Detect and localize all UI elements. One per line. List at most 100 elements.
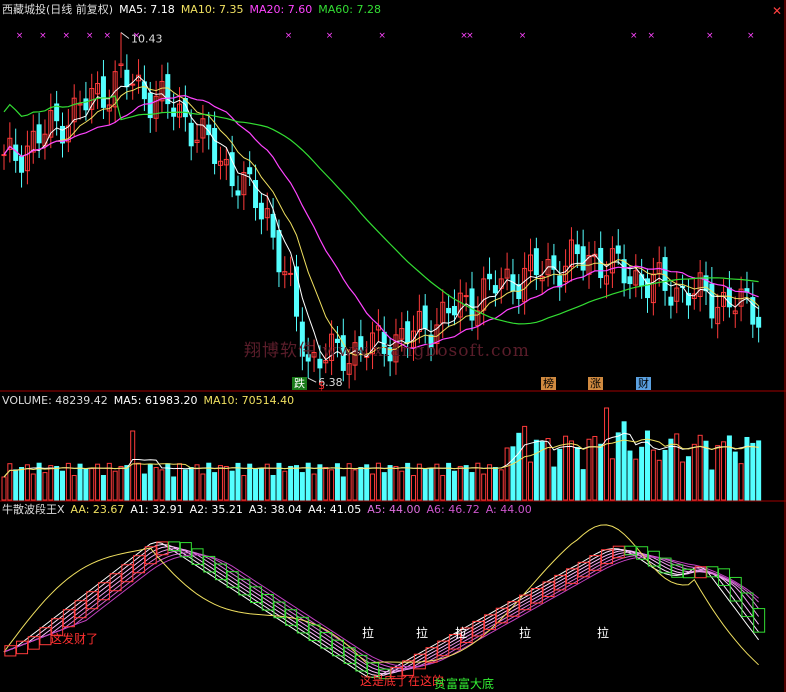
cross-arrow-icon[interactable]: ✕ xyxy=(772,4,782,18)
volume-bar-19 xyxy=(112,470,118,501)
a1-readout: A1: 32.91 xyxy=(130,503,184,516)
volume-bar-12 xyxy=(71,475,77,501)
volume-bar-99 xyxy=(580,469,586,501)
indicator-line-a3 xyxy=(3,546,760,675)
volume-bar-72 xyxy=(422,468,428,501)
volume-bar-53 xyxy=(311,473,317,501)
badge-finance[interactable]: 财 xyxy=(636,377,651,390)
pull-label-4: 拉 xyxy=(519,626,532,640)
volume-bar-118 xyxy=(691,443,697,501)
volume-bar-100 xyxy=(586,438,592,501)
candle-body-46 xyxy=(270,213,276,238)
note-left: 这发财了 xyxy=(50,632,99,646)
volume-bar-44 xyxy=(258,468,264,501)
volume-bar-7 xyxy=(42,472,48,501)
top-marker-8: × xyxy=(378,31,386,41)
volume-bar-55 xyxy=(323,467,329,501)
volume-bar-79 xyxy=(463,465,469,501)
candle-body-121 xyxy=(709,283,715,319)
volume-bar-120 xyxy=(703,440,709,501)
ma5-readout: MA5: 7.18 xyxy=(119,3,175,16)
volume-bar-97 xyxy=(568,440,574,501)
volume-bar-54 xyxy=(317,464,323,501)
volume-bar-36 xyxy=(212,472,218,501)
badge-dollar[interactable]: $ xyxy=(316,379,327,392)
candle-body-114 xyxy=(668,296,674,306)
indicator-line-aa xyxy=(3,524,759,666)
candle-body-32 xyxy=(188,122,194,147)
badge-fall[interactable]: 跌 xyxy=(292,377,307,390)
top-marker-11: × xyxy=(519,31,527,41)
volume-bar-110 xyxy=(645,430,650,501)
ma10-line xyxy=(3,85,759,356)
volume-bar-24 xyxy=(141,473,147,501)
top-marker-7: × xyxy=(326,31,334,41)
candle-body-107 xyxy=(627,276,633,285)
volume-bar-11 xyxy=(65,462,71,501)
volume-bar-8 xyxy=(48,465,54,501)
candle-body-77 xyxy=(451,305,457,316)
volume-bar-102 xyxy=(598,443,604,501)
volume-bar-74 xyxy=(434,463,440,501)
ma60-readout: MA60: 7.28 xyxy=(318,3,381,16)
volume-bar-29 xyxy=(171,476,177,501)
indicator-line-a4 xyxy=(3,548,760,673)
top-marker-14: × xyxy=(706,31,714,41)
volume-bar-33 xyxy=(194,464,200,501)
indicator-line-a2 xyxy=(3,543,759,677)
candle-body-21 xyxy=(124,69,130,88)
volume-bar-37 xyxy=(217,465,223,501)
volume-bar-94 xyxy=(551,466,557,501)
volume-bar-95 xyxy=(557,448,563,501)
candle-body-22 xyxy=(130,83,136,86)
badge-rank[interactable]: 榜 xyxy=(541,377,556,390)
volume-bar-98 xyxy=(574,447,580,501)
low-callout-line xyxy=(307,377,317,383)
volume-bar-23 xyxy=(136,462,142,501)
a3-readout: A3: 38.04 xyxy=(248,503,303,516)
volume-bar-84 xyxy=(492,467,498,501)
volume-bar-103 xyxy=(604,407,610,501)
volume-bar-51 xyxy=(299,472,305,501)
top-marker-6: × xyxy=(285,31,293,41)
volume-bar-38 xyxy=(223,465,229,501)
badge-rise[interactable]: 涨 xyxy=(588,377,603,390)
candle-body-40 xyxy=(235,190,241,196)
note-bottom-left: 这是底了在这的 xyxy=(360,674,445,688)
volume-bar-13 xyxy=(77,463,83,501)
stock-chart-window: × × × × × × × × × × × × × × × × 10.43 6.38 西藏城投(日线 前复权) MA… xyxy=(0,0,786,692)
volume-bar-67 xyxy=(393,466,399,501)
candle-body-0 xyxy=(1,154,7,157)
indicator-header: 牛散波段王X AA: 23.67 A1: 32.91 A2: 35.21 A3: 38.… xyxy=(2,503,538,517)
volume-bar-68 xyxy=(399,470,405,501)
volume-bar-26 xyxy=(153,467,159,501)
volume-bar-52 xyxy=(305,462,311,501)
indicator-name: 牛散波段王X xyxy=(2,503,65,516)
volume-bar-71 xyxy=(416,463,422,501)
vol-ma5-readout: MA5: 61983.20 xyxy=(113,394,198,407)
candle-body-44 xyxy=(258,202,264,220)
candle-body-14 xyxy=(83,98,89,111)
a-readout: A: 44.00 xyxy=(485,503,532,516)
volume-bar-128 xyxy=(750,442,756,501)
top-marker-3: × xyxy=(86,31,94,41)
price-header: 西藏城投(日线 前复权) MA5: 7.18 MA10: 7.35 MA20: 7.6… xyxy=(2,3,387,17)
top-marker-10: × xyxy=(466,31,474,41)
a2-readout: A2: 35.21 xyxy=(189,503,243,516)
indicator-line-a5 xyxy=(3,550,760,671)
volume-bar-59 xyxy=(346,463,352,501)
volume-bar-112 xyxy=(656,459,662,501)
volume-bar-50 xyxy=(294,465,299,501)
volume-header: VOLUME: 48239.42 MA5: 61983.20 MA10: 70514… xyxy=(2,394,300,408)
volume-bar-81 xyxy=(475,462,481,501)
volume-bar-21 xyxy=(124,465,130,501)
candle-body-72 xyxy=(422,305,428,329)
pull-label-1: 拉 xyxy=(362,626,375,640)
top-marker-13: × xyxy=(648,31,656,41)
watermark: 翔博软件 www.xiangbosoft.com xyxy=(244,341,530,361)
volume-bar-16 xyxy=(95,463,101,501)
pull-label-2: 拉 xyxy=(416,626,429,640)
volume-bar-86 xyxy=(504,447,510,501)
volume-bar-90 xyxy=(528,461,533,501)
volume-bar-82 xyxy=(481,473,487,501)
